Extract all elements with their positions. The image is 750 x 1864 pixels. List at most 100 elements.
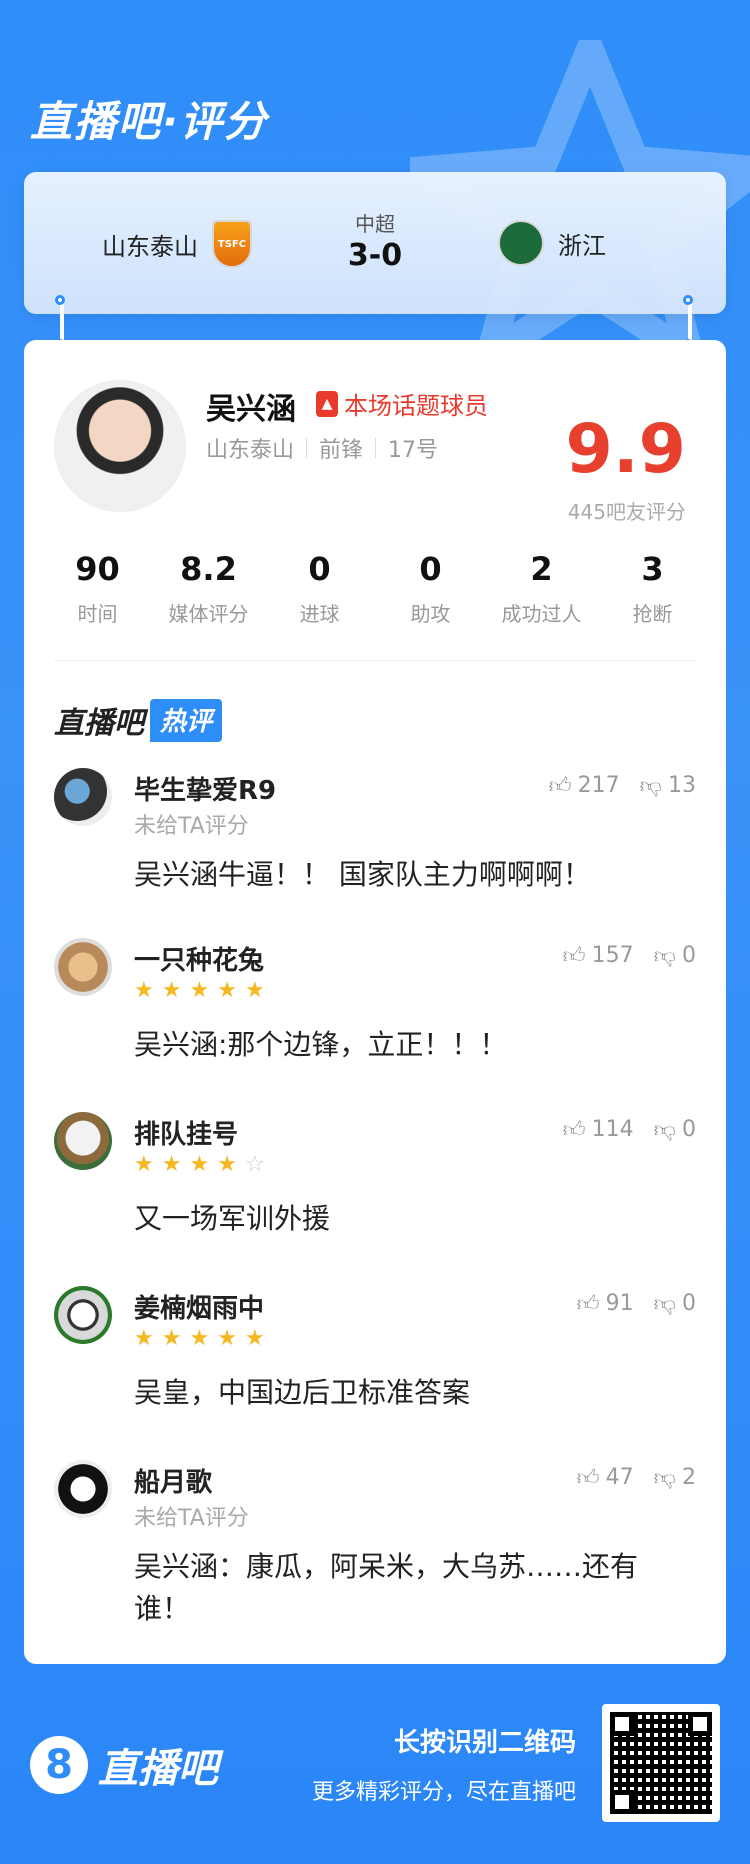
star-icon: ★	[161, 1152, 182, 1177]
comment-item: 一只种花兔 ★ ★ ★ ★ ★ 👍︎ 157 👎︎ 0 吴兴涵:那个边锋，立正！！！	[54, 938, 696, 1078]
thumbs-down-icon: 👎︎	[653, 1292, 676, 1317]
fire-icon: ▲	[316, 390, 338, 417]
like-count: 217	[577, 773, 620, 798]
topic-player-badge: ▲ 本场话题球员	[316, 386, 488, 421]
rating-status: 未给TA评分	[134, 814, 249, 839]
page-title: 直播吧·评分	[30, 97, 268, 146]
player-meta: 山东泰山 前锋 17号	[206, 432, 438, 464]
stat-value: 0	[419, 550, 442, 588]
like-button[interactable]: 👍︎ 157	[563, 942, 634, 969]
dislike-count: 13	[668, 773, 696, 798]
star-icon: ★	[244, 978, 265, 1003]
brand-logo-text: 直播吧	[98, 1746, 218, 1792]
comment-text: 吴兴涵:那个边锋，立正！！！	[134, 1028, 508, 1061]
user-avatar	[54, 1112, 112, 1170]
vote-bar: 👍︎ 157 👎︎ 0	[563, 942, 696, 969]
stat-label: 时间	[77, 602, 118, 626]
qr-finder	[610, 1790, 634, 1814]
stat-minutes: 90 时间	[44, 550, 152, 627]
thumbs-up-icon: 👍︎	[548, 774, 572, 799]
comment-item: 船月歌 未给TA评分 👍︎ 47 👎︎ 2 吴兴涵：康瓜，阿呆米，大乌苏……还有谁！	[54, 1460, 696, 1640]
footer-logo: 8 直播吧	[30, 1736, 218, 1794]
dislike-button[interactable]: 👎︎ 0	[654, 1290, 696, 1317]
thumbs-up-icon: 👍︎	[576, 1292, 600, 1317]
dislike-button[interactable]: 👎︎ 0	[654, 942, 696, 969]
comment-item: 毕生挚爱R9 未给TA评分 👍︎ 217 👎︎ 13 吴兴涵牛逼！！ 国家队主力啊啊…	[54, 768, 696, 908]
stat-tackles: 3 抢断	[599, 550, 707, 627]
dislike-count: 0	[682, 943, 696, 968]
like-count: 114	[591, 1117, 634, 1142]
stat-assists: 0 助攻	[377, 550, 485, 627]
star-rating: ★ ★ ★ ★ ★	[134, 978, 265, 1003]
star-icon: ★	[189, 978, 210, 1003]
stat-goals: 0 进球	[266, 550, 374, 627]
thumbs-up-icon: 👍︎	[562, 944, 586, 969]
like-button[interactable]: 👍︎ 217	[549, 772, 620, 799]
player-stats: 90 时间 8.2 媒体评分 0 进球 0 助攻 2 成功过人 3 抢断	[24, 550, 726, 627]
star-icon: ★	[134, 978, 154, 1003]
stat-label: 助攻	[410, 602, 451, 626]
stat-dribbles: 2 成功过人	[488, 550, 596, 627]
stat-value: 0	[308, 550, 331, 588]
user-name: 一只种花兔	[134, 946, 265, 976]
comment-text: 吴兴涵：康瓜，阿呆米，大乌苏……还有谁！	[134, 1550, 639, 1625]
like-count: 47	[605, 1465, 634, 1490]
star-icon: ★	[134, 1152, 154, 1177]
fan-rating-count: 445吧友评分	[567, 500, 686, 524]
match-card: 山东泰山 TSFC 中超 3-0 浙江	[24, 172, 726, 314]
stat-value: 2	[530, 550, 553, 588]
vote-bar: 👍︎ 91 👎︎ 0	[577, 1290, 696, 1317]
stat-media-rating: 8.2 媒体评分	[155, 550, 263, 627]
user-name: 排队挂号	[134, 1120, 239, 1150]
thumbs-down-icon: 👎︎	[653, 944, 676, 969]
dislike-button[interactable]: 👎︎ 13	[640, 772, 696, 799]
away-team: 浙江	[498, 220, 606, 266]
vote-bar: 👍︎ 217 👎︎ 13	[549, 772, 696, 799]
star-icon: ★	[161, 1326, 182, 1351]
user-name: 船月歌	[134, 1468, 213, 1498]
player-position: 前锋	[319, 438, 364, 463]
hot-title-tag: 热评	[150, 698, 223, 742]
dislike-button[interactable]: 👎︎ 2	[654, 1464, 696, 1491]
card-connector-right	[683, 295, 693, 349]
hot-comments-title: 直播吧 热评	[54, 698, 223, 742]
like-button[interactable]: 👍︎ 47	[577, 1464, 634, 1491]
thumbs-down-icon: 👎︎	[653, 1118, 676, 1143]
dislike-count: 0	[682, 1117, 696, 1142]
star-icon: ★	[217, 1152, 237, 1177]
section-divider	[54, 660, 696, 661]
league-name: 中超	[355, 212, 395, 236]
thumbs-up-icon: 👍︎	[562, 1118, 586, 1143]
vote-bar: 👍︎ 47 👎︎ 2	[577, 1464, 696, 1491]
stat-label: 进球	[299, 602, 340, 626]
comment-item: 姜楠烟雨中 ★ ★ ★ ★ ★ 👍︎ 91 👎︎ 0 吴皇，中国边后卫标准答案	[54, 1286, 696, 1426]
qr-finder	[610, 1712, 634, 1736]
player-avatar	[54, 380, 186, 512]
star-icon: ★	[217, 1326, 237, 1351]
user-avatar	[54, 768, 112, 826]
comment-text: 吴兴涵牛逼！！ 国家队主力啊啊啊！	[134, 858, 591, 891]
stat-label: 媒体评分	[168, 602, 249, 626]
user-name: 毕生挚爱R9	[134, 776, 277, 806]
thumbs-up-icon: 👍︎	[576, 1466, 600, 1491]
brand-logo-icon: 8	[30, 1736, 88, 1794]
like-count: 157	[591, 943, 634, 968]
away-team-name: 浙江	[558, 231, 606, 260]
player-number: 17号	[388, 438, 439, 463]
star-icon: ★	[161, 978, 182, 1003]
thumbs-down-icon: 👎︎	[639, 774, 662, 799]
player-name: 吴兴涵	[206, 392, 296, 427]
player-rating-card: 吴兴涵 ▲ 本场话题球员 山东泰山 前锋 17号 9.9 445吧友评分 90 …	[24, 340, 726, 1664]
like-count: 91	[605, 1291, 634, 1316]
stat-value: 8.2	[180, 550, 237, 588]
divider	[306, 438, 308, 458]
star-rating: ★ ★ ★ ★ ☆	[134, 1152, 265, 1177]
qr-subtitle: 更多精彩评分，尽在直播吧	[311, 1780, 576, 1805]
dislike-button[interactable]: 👎︎ 0	[654, 1116, 696, 1143]
star-icon: ★	[189, 1326, 210, 1351]
qr-code[interactable]	[602, 1704, 720, 1822]
fan-rating-score: 9.9	[565, 410, 686, 489]
like-button[interactable]: 👍︎ 114	[563, 1116, 634, 1143]
like-button[interactable]: 👍︎ 91	[577, 1290, 634, 1317]
player-team: 山东泰山	[206, 438, 295, 463]
